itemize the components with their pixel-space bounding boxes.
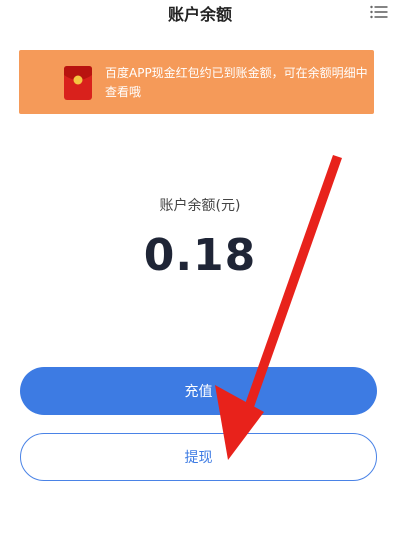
list-menu-icon[interactable] (368, 2, 390, 22)
notice-banner: 百度APP现金红包约已到账金额，可在余额明细中查看哦 (19, 50, 374, 114)
withdraw-button-label: 提现 (184, 450, 213, 466)
balance-amount: 0.18 (143, 230, 257, 281)
withdraw-button[interactable]: 提现 (20, 433, 377, 481)
recharge-button[interactable]: 充值 (20, 367, 377, 415)
balance-label: 账户余额(元) (159, 198, 241, 214)
red-envelope-icon (63, 65, 93, 101)
header: 账户余额 (0, 0, 400, 32)
recharge-button-label: 充值 (184, 384, 213, 400)
account-balance-page: 账户余额 百度APP现金红包约已到账金额，可在余额明细中查看哦 账户余额(元) … (0, 0, 400, 541)
page-title: 账户余额 (167, 5, 232, 24)
notice-text: 百度APP现金红包约已到账金额，可在余额明细中查看哦 (105, 66, 368, 99)
